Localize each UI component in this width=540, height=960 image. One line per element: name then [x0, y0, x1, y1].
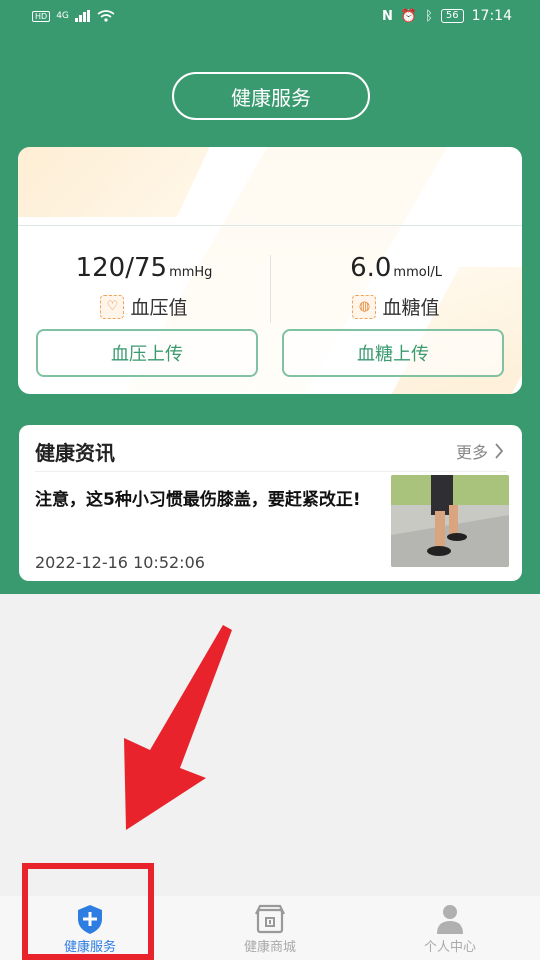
- tab-health-mall[interactable]: 健康商城: [180, 896, 360, 960]
- red-highlight-box: [22, 863, 154, 960]
- health-news-card: 健康资讯 更多 注意，这5种小习惯最伤膝盖，要赶紧改正! 2022-12-16 …: [19, 425, 522, 581]
- news-thumbnail[interactable]: [391, 475, 509, 567]
- clock: 17:14: [471, 8, 512, 24]
- tab-label: 个人中心: [423, 940, 476, 955]
- battery-icon: 56: [440, 9, 464, 23]
- blood-sugar-reading: 6.0 mmol/L: [270, 253, 522, 283]
- red-arrow-annotation: [124, 625, 232, 830]
- blood-pressure-label: 血压值: [130, 297, 188, 319]
- network-type: 4G: [56, 11, 69, 21]
- alarm-icon: ⏰: [400, 8, 418, 24]
- blood-sugar-unit: mmol/L: [393, 265, 442, 280]
- blood-sugar-value: 6.0: [350, 253, 392, 283]
- stethoscope-icon: ♡: [100, 294, 125, 319]
- blood-drop-icon: ◍: [352, 294, 377, 319]
- person-icon: [437, 905, 463, 934]
- card-decoration: [18, 147, 219, 217]
- more-link[interactable]: 更多: [456, 439, 504, 463]
- store-icon: [255, 904, 285, 934]
- bluetooth-icon: ᛒ: [425, 8, 433, 24]
- more-label: 更多: [455, 443, 488, 462]
- tab-label: 健康商城: [243, 940, 296, 955]
- blood-pressure-reading: 120/75 mmHg: [18, 253, 270, 283]
- measurement-card: 120/75 mmHg 6.0 mmol/L ♡ 血压值 ◍ 血糖值 血压上传 血糖…: [18, 147, 522, 394]
- hd-badge: HD: [32, 10, 51, 22]
- blood-pressure-unit: mmHg: [169, 265, 213, 280]
- blood-pressure-upload-button[interactable]: 血压上传: [36, 329, 258, 377]
- divider: [35, 471, 507, 472]
- wifi-icon: [97, 10, 115, 22]
- news-headline[interactable]: 注意，这5种小习惯最伤膝盖，要赶紧改正!: [35, 487, 385, 513]
- signal-icon: [74, 10, 90, 22]
- runner-photo: [391, 475, 509, 567]
- divider: [18, 225, 522, 226]
- blood-sugar-label: 血糖值: [382, 297, 440, 319]
- blood-pressure-value: 120/75: [75, 253, 168, 283]
- blood-pressure-label-row: ♡ 血压值: [18, 293, 270, 320]
- blood-sugar-upload-button[interactable]: 血糖上传: [282, 329, 504, 377]
- news-section-title: 健康资讯: [35, 441, 115, 465]
- news-date: 2022-12-16 10:52:06: [35, 553, 205, 572]
- chevron-right-icon: [495, 443, 504, 459]
- page-title: 健康服务: [172, 72, 370, 120]
- status-bar: HD 4G N ⏰ ᛒ 56 17:14: [0, 0, 540, 36]
- tab-personal-center[interactable]: 个人中心: [360, 896, 540, 960]
- nfc-icon: N: [382, 8, 393, 24]
- blood-sugar-label-row: ◍ 血糖值: [270, 293, 522, 320]
